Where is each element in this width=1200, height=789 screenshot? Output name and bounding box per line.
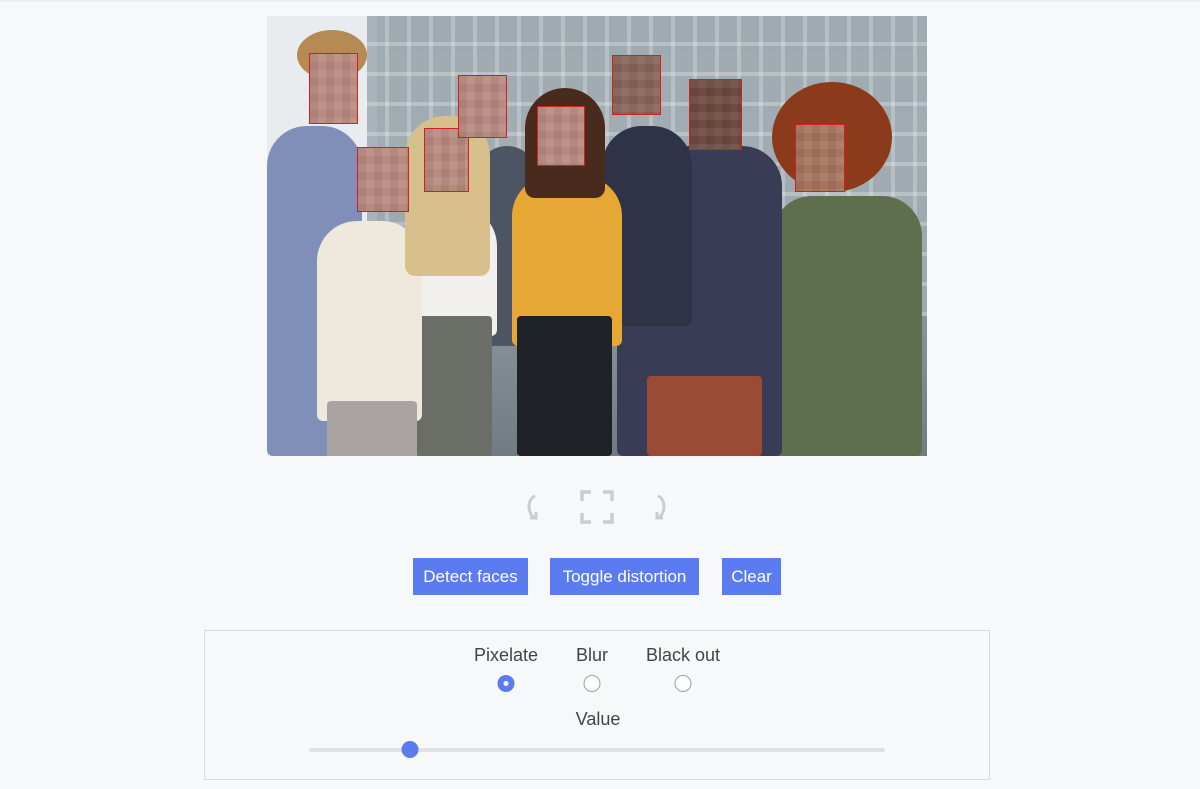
face-box-5[interactable] bbox=[537, 106, 585, 166]
clear-button[interactable]: Clear bbox=[722, 558, 781, 595]
pixelate-label: Pixelate bbox=[473, 645, 539, 665]
pixelate-radio[interactable] bbox=[497, 675, 515, 692]
top-divider bbox=[0, 0, 1200, 2]
blur-label: Blur bbox=[575, 645, 609, 665]
face-box-8[interactable] bbox=[795, 124, 845, 192]
photo-canvas[interactable] bbox=[267, 16, 927, 456]
face-box-1[interactable] bbox=[309, 53, 358, 124]
value-slider[interactable] bbox=[309, 741, 885, 758]
black-out-label: Black out bbox=[645, 645, 721, 665]
distortion-options-panel: Pixelate Blur Black out Value bbox=[204, 630, 990, 780]
black-out-radio[interactable] bbox=[674, 675, 692, 692]
face-box-6[interactable] bbox=[612, 55, 661, 115]
toggle-distortion-button[interactable]: Toggle distortion bbox=[550, 558, 699, 595]
blur-radio[interactable] bbox=[583, 675, 601, 692]
face-box-2[interactable] bbox=[357, 147, 409, 212]
value-slider-thumb[interactable] bbox=[401, 741, 419, 758]
rotate-right-icon[interactable] bbox=[650, 490, 672, 524]
value-label: Value bbox=[575, 709, 621, 729]
person-8-body bbox=[772, 196, 922, 456]
face-box-4[interactable] bbox=[458, 75, 507, 138]
face-box-7[interactable] bbox=[689, 79, 742, 150]
fullscreen-icon[interactable] bbox=[580, 490, 614, 524]
detect-faces-button[interactable]: Detect faces bbox=[413, 558, 528, 595]
rotate-left-icon[interactable] bbox=[521, 490, 543, 524]
